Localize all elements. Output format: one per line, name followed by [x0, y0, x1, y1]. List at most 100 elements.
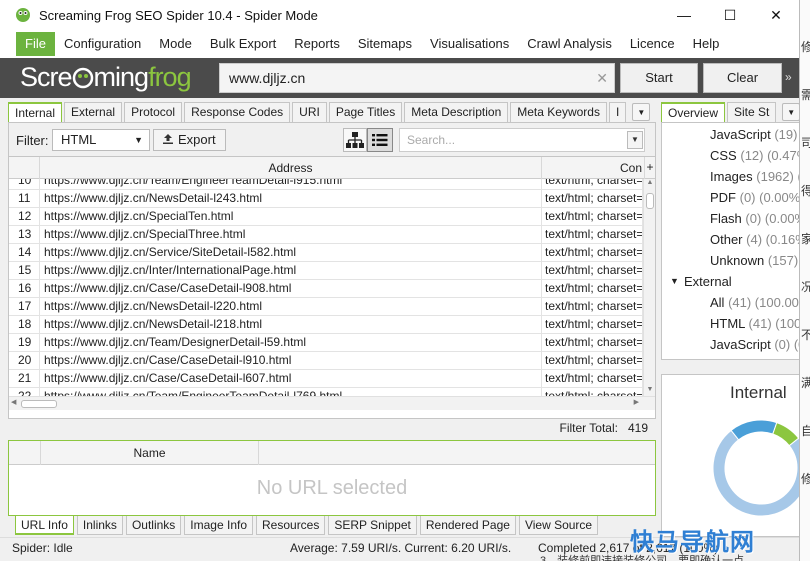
screen: 修需司得家况不满自修 Screaming Frog SEO Spider 10.… [0, 0, 810, 561]
tab-overview[interactable]: Overview [661, 102, 726, 122]
table-row[interactable]: 18 https://www.djljz.cn/NewsDetail-l218.h… [9, 316, 643, 334]
row-address[interactable]: https://www.djljz.cn/NewsDetail-l243.htm… [40, 190, 542, 208]
overflow-chevron-icon[interactable]: » [785, 70, 792, 84]
frog-app-icon [16, 8, 30, 22]
clear-url-icon[interactable]: ✕ [596, 64, 608, 92]
table-row[interactable]: 20 https://www.djljz.cn/Case/CaseDetail-l… [9, 352, 643, 370]
tab-response-codes[interactable]: Response Codes [184, 102, 291, 122]
row-address[interactable]: https://www.djljz.cn/Case/CaseDetail-l91… [40, 352, 542, 370]
tab-page-titles[interactable]: Page Titles [328, 102, 403, 122]
table-row[interactable]: 11 https://www.djljz.cn/NewsDetail-l243.h… [9, 190, 643, 208]
tab-outlinks[interactable]: Outlinks [125, 516, 182, 535]
search-dropdown-icon[interactable]: ▼ [627, 131, 643, 149]
add-column-icon[interactable]: + [645, 157, 655, 179]
scroll-up-icon[interactable]: ▲ [644, 179, 655, 189]
tab-external[interactable]: External [64, 102, 123, 122]
menu-help[interactable]: Help [684, 32, 729, 56]
minimize-button[interactable]: — [661, 0, 707, 30]
tab-internal[interactable]: Internal [8, 102, 63, 122]
tree-item[interactable]: CSS (12) (0.47%) [710, 148, 799, 163]
tab-inlinks[interactable]: Inlinks [76, 516, 123, 535]
clear-button[interactable]: Clear [703, 63, 782, 93]
tree-item[interactable]: ▼ External [670, 274, 732, 289]
search-input[interactable]: Search... ▼ [399, 128, 645, 152]
row-address[interactable]: https://www.djljz.cn/SpecialTen.html [40, 208, 542, 226]
tab-meta-keywords[interactable]: Meta Keywords [510, 102, 607, 122]
address-column-header[interactable]: Address [40, 157, 542, 179]
menu-reports[interactable]: Reports [285, 32, 349, 56]
menu-file[interactable]: File [16, 32, 55, 56]
tree-item[interactable]: Unknown (157) [710, 253, 798, 268]
tab-serp-snippet[interactable]: SERP Snippet [328, 516, 417, 535]
maximize-button[interactable]: ☐ [707, 0, 753, 30]
table-row[interactable]: 13 https://www.djljz.cn/SpecialThree.html… [9, 226, 643, 244]
more-tabs-icon[interactable]: ▼ [782, 103, 799, 121]
tree-item[interactable]: Flash (0) (0.00% [710, 211, 799, 226]
filter-dropdown[interactable]: HTML ▼ [52, 129, 150, 151]
tab-i[interactable]: I [608, 102, 627, 122]
table-row[interactable]: 21 https://www.djljz.cn/Case/CaseDetail-l… [9, 370, 643, 388]
name-column-header[interactable]: Name [41, 441, 259, 465]
row-address[interactable]: https://www.djljz.cn/Case/CaseDetail-l90… [40, 280, 542, 298]
tab-uri[interactable]: URI [292, 102, 327, 122]
row-address[interactable]: https://www.djljz.cn/NewsDetail-l218.htm… [40, 316, 542, 334]
url-input[interactable]: www.djljz.cn ✕ [219, 63, 615, 93]
vertical-scroll-thumb[interactable] [646, 193, 654, 209]
vertical-scrollbar[interactable]: ▲ ▼ [643, 179, 655, 396]
tab-protocol[interactable]: Protocol [124, 102, 183, 122]
tab-view-source[interactable]: View Source [518, 516, 599, 535]
table-row[interactable]: 15 https://www.djljz.cn/Inter/Internation… [9, 262, 643, 280]
scroll-left-icon[interactable]: ◀ [11, 398, 16, 406]
table-row[interactable]: 19 https://www.djljz.cn/Team/DesignerDeta… [9, 334, 643, 352]
row-address[interactable]: https://www.djljz.cn/Service/SiteDetail-… [40, 244, 542, 262]
list-view-button[interactable] [367, 128, 393, 152]
table-row[interactable]: 12 https://www.djljz.cn/SpecialTen.html te… [9, 208, 643, 226]
row-content-type: text/html; charset= [542, 334, 643, 352]
tab-image-info[interactable]: Image Info [184, 516, 253, 535]
tab-url-info[interactable]: URL Info [15, 516, 74, 535]
menu-bulk-export[interactable]: Bulk Export [201, 32, 285, 56]
row-address[interactable]: https://www.djljz.cn/Inter/International… [40, 262, 542, 280]
horizontal-scrollbar[interactable]: ◀ ▶ [9, 396, 655, 410]
row-address[interactable]: https://www.djljz.cn/Case/CaseDetail-l60… [40, 370, 542, 388]
expand-arrow-icon[interactable]: ▼ [670, 276, 679, 286]
export-button[interactable]: Export [153, 129, 226, 151]
row-address[interactable]: https://www.djljz.cn/NewsDetail-l220.htm… [40, 298, 542, 316]
tree-item-count: (157) [767, 253, 799, 268]
row-address[interactable]: https://www.djljz.cn/Team/DesignerDetail… [40, 334, 542, 352]
close-button[interactable]: ✕ [753, 0, 799, 30]
tree-item[interactable]: Images (1962) ( [710, 169, 799, 184]
tree-view-icon [346, 132, 364, 148]
menu-configuration[interactable]: Configuration [55, 32, 150, 56]
tab-site-structure[interactable]: Site St [727, 102, 777, 122]
table-row[interactable]: 14 https://www.djljz.cn/Service/SiteDetai… [9, 244, 643, 262]
tree-item[interactable]: Other (4) (0.16% [710, 232, 799, 247]
tree-item[interactable]: All (41) (100.00% [710, 295, 799, 310]
start-button[interactable]: Start [620, 63, 698, 93]
menu-visualisations[interactable]: Visualisations [421, 32, 518, 56]
table-row[interactable]: 17 https://www.djljz.cn/NewsDetail-l220.h… [9, 298, 643, 316]
tree-item[interactable]: JavaScript (19) ( [710, 127, 799, 142]
menu-crawl-analysis[interactable]: Crawl Analysis [518, 32, 621, 56]
panel-splitter[interactable] [661, 360, 799, 374]
menu-mode[interactable]: Mode [150, 32, 201, 56]
tab-resources[interactable]: Resources [256, 516, 326, 535]
tree-item[interactable]: PDF (0) (0.00%) [710, 190, 799, 205]
tab-meta-description[interactable]: Meta Description [404, 102, 509, 122]
tree-view-button[interactable] [343, 128, 367, 152]
tree-item[interactable]: JavaScript (0) (0 [710, 337, 799, 352]
scroll-right-icon[interactable]: ▶ [634, 398, 639, 406]
more-tabs-icon[interactable]: ▼ [632, 103, 651, 121]
tree-item[interactable]: HTML (41) (100 [710, 316, 799, 331]
row-address[interactable]: https://www.djljz.cn/SpecialThree.html [40, 226, 542, 244]
content-type-column-header[interactable]: Con [542, 157, 645, 179]
menu-sitemaps[interactable]: Sitemaps [349, 32, 421, 56]
scroll-down-icon[interactable]: ▼ [644, 386, 655, 396]
donut-slice-html[interactable] [730, 419, 778, 441]
logo-text-scre: Scre [20, 62, 73, 92]
menu-licence[interactable]: Licence [621, 32, 684, 56]
tab-rendered-page[interactable]: Rendered Page [419, 516, 516, 535]
horizontal-scroll-thumb[interactable] [21, 400, 57, 408]
main-tab-row: Internal External Protocol Response Codes UR… [8, 100, 656, 122]
table-row[interactable]: 16 https://www.djljz.cn/Case/CaseDetail-l… [9, 280, 643, 298]
